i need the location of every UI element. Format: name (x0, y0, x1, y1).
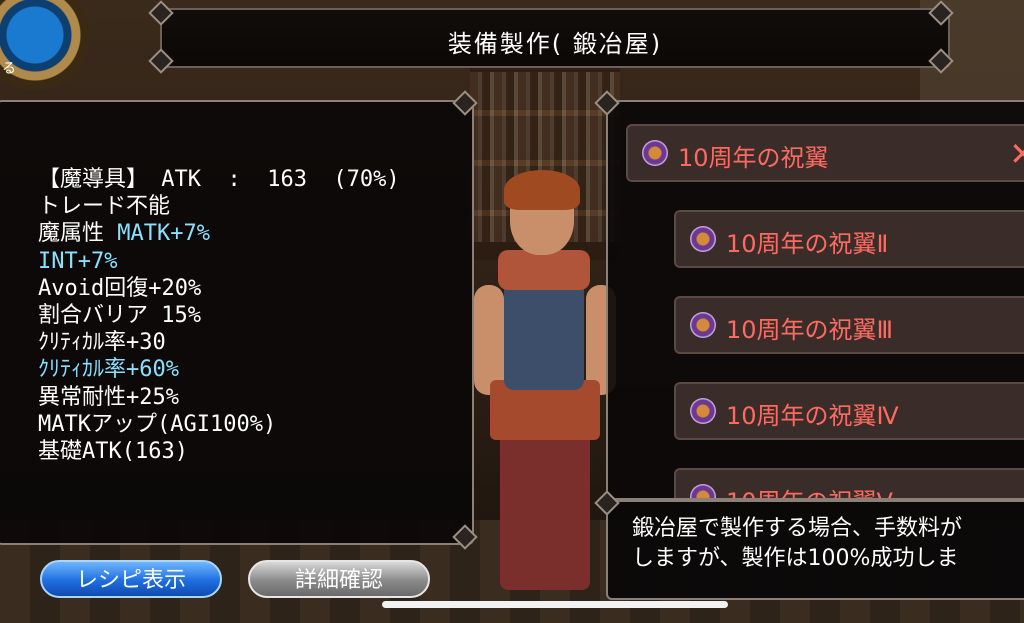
title-bar: 装備製作( 鍛冶屋) (160, 8, 950, 68)
home-indicator[interactable] (382, 601, 728, 608)
recipe-item-label: 10周年の祝翼 (678, 144, 829, 172)
recipe-item[interactable]: 10周年の祝翼Ⅴ (674, 468, 1024, 498)
recipe-item[interactable]: 10周年の祝翼 ✕ (626, 124, 1024, 182)
recipe-display-button[interactable]: レシピ表示 (40, 560, 222, 598)
stat-line: 異常耐性+25% (38, 384, 400, 411)
stat-line: MATKアップ(AGI100%) (38, 411, 400, 438)
stat-line: 基礎ATK(163) (38, 438, 400, 465)
stat-text: ｸﾘﾃｨｶﾙ率+30 (38, 330, 166, 356)
character-scarf (498, 250, 590, 290)
stat-text: INT+7% (38, 248, 118, 274)
detail-confirm-button[interactable]: 詳細確認 (248, 560, 430, 598)
message-text: 鍛冶屋で製作する場合、手数料が しますが、製作は100%成功しま (632, 514, 962, 574)
equipment-info-panel: 【魔導具】 ATK : 163 (70%) トレード不能 魔属性 MATK+7% IN… (0, 100, 474, 545)
recipe-item-label: 10周年の祝翼Ⅴ (726, 482, 893, 498)
page-title: 装備製作( 鍛冶屋) (447, 30, 663, 58)
wing-item-icon (690, 312, 716, 338)
wing-item-icon (690, 226, 716, 252)
stat-text: ｸﾘﾃｨｶﾙ率+60% (38, 357, 179, 383)
character-left-arm (474, 285, 504, 395)
stat-text: 【魔導具】 ATK : 163 (70%) (38, 167, 400, 192)
close-icon[interactable]: ✕ (1009, 135, 1024, 173)
recipe-item-label: 10周年の祝翼Ⅱ (726, 230, 889, 258)
recipe-list-panel[interactable]: 10周年の祝翼 ✕ 10周年の祝翼Ⅱ 10周年の祝翼Ⅲ 10周年の祝翼Ⅳ 10周… (606, 100, 1024, 500)
stat-line: 【魔導具】 ATK : 163 (70%) (38, 166, 400, 193)
stat-text: 割合バリア 15% (38, 303, 201, 329)
equipment-stats: 【魔導具】 ATK : 163 (70%) トレード不能 魔属性 MATK+7% IN… (38, 166, 400, 465)
stat-text: トレード不能 (38, 194, 171, 220)
player-character (470, 170, 620, 600)
stat-text: 魔属性 (38, 221, 118, 247)
stat-suffix: MATK+7% (117, 221, 210, 247)
stat-line: ｸﾘﾃｨｶﾙ率+30 (38, 329, 400, 356)
character-legs (500, 430, 590, 590)
stat-line: Avoid回復+20% (38, 275, 400, 302)
recipe-item[interactable]: 10周年の祝翼Ⅱ (674, 210, 1024, 268)
character-torso (504, 280, 584, 390)
recipe-item-label: 10周年の祝翼Ⅳ (726, 402, 899, 430)
ornament-label: る (2, 61, 16, 77)
stat-text: 異常耐性+25% (38, 384, 179, 410)
wing-item-icon (690, 484, 716, 498)
message-box: 鍛冶屋で製作する場合、手数料が しますが、製作は100%成功しま (606, 500, 1024, 600)
character-hair (504, 170, 580, 210)
recipe-item-label: 10周年の祝翼Ⅲ (726, 316, 894, 344)
message-line: 鍛冶屋で製作する場合、手数料が (632, 516, 963, 541)
message-line: しますが、製作は100%成功しま (632, 546, 959, 571)
stat-text: MATKアップ(AGI100%) (38, 411, 277, 437)
stat-line: 割合バリア 15% (38, 302, 400, 329)
stat-line: ｸﾘﾃｨｶﾙ率+60% (38, 356, 400, 383)
stat-line: INT+7% (38, 248, 400, 275)
stat-text: 基礎ATK(163) (38, 439, 188, 465)
recipe-item[interactable]: 10周年の祝翼Ⅳ (674, 382, 1024, 440)
wing-item-icon (690, 398, 716, 424)
stat-line: 魔属性 MATK+7% (38, 220, 400, 247)
wing-item-icon (642, 140, 668, 166)
stat-line: トレード不能 (38, 193, 400, 220)
recipe-item[interactable]: 10周年の祝翼Ⅲ (674, 296, 1024, 354)
stat-text: Avoid回復+20% (38, 275, 202, 301)
